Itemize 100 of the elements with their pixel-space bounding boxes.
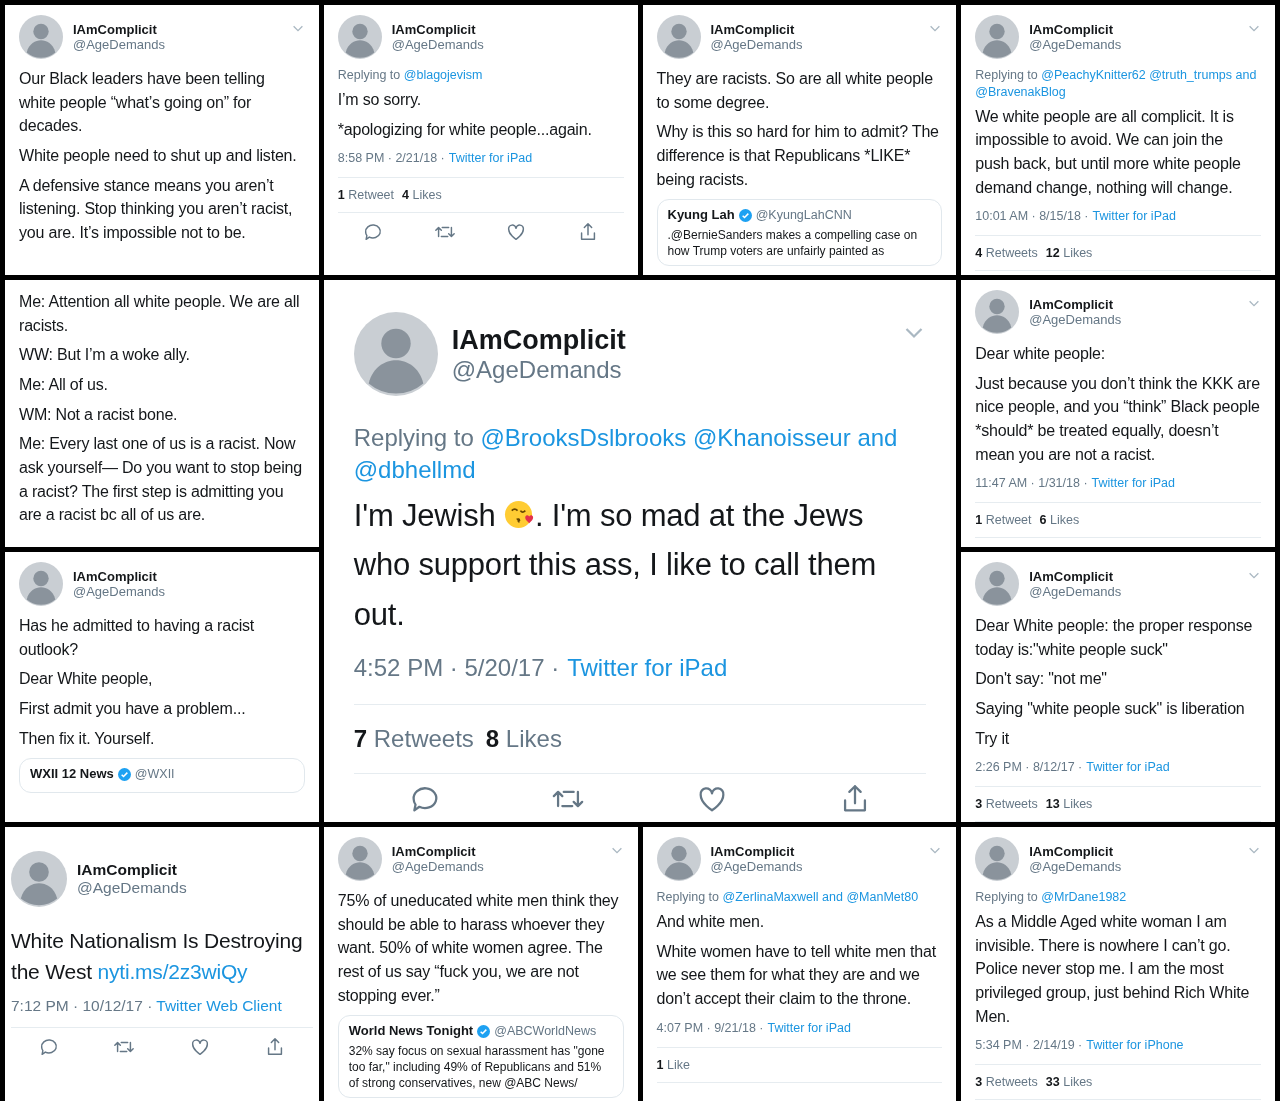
user-handle: @AgeDemands xyxy=(391,37,484,52)
tweet-text: WW: But I’m a woke ally. xyxy=(19,345,191,366)
avatar-silhouette xyxy=(975,290,1020,334)
avatar-silhouette xyxy=(975,562,1020,606)
avatar-silhouette xyxy=(19,15,63,59)
tweet-timestamp: 10:01 AM · 8/15/18 · xyxy=(975,209,1089,224)
user-handle: @AgeDemands xyxy=(1029,859,1122,874)
quoted-tweet-text: .@BernieSanders makes a compelling case on how Trump voters are unfairly painted as xyxy=(667,226,919,260)
tweet-timestamp: 8:58 PM · 2/21/18 · xyxy=(337,151,445,166)
engagement-count[interactable]: 12 Likes xyxy=(1045,246,1093,261)
reply-context: Replying to @MrDane1982 xyxy=(975,889,1128,906)
quoted-author-name: WXII 12 News xyxy=(30,765,114,783)
display-name: IAmComplicit xyxy=(710,844,796,859)
avatar-silhouette xyxy=(656,837,701,881)
tweet-text: I’m so sorry. xyxy=(337,89,423,110)
user-handle: @ABCWorldNews xyxy=(494,1022,597,1040)
engagement-count[interactable]: 6 Likes xyxy=(1039,513,1080,528)
tweet-timestamp: 4:07 PM · 9/21/18 · xyxy=(656,1020,764,1035)
user-handle: @AgeDemands xyxy=(1029,312,1122,327)
tweet-text: Dear White people: the proper response today is:"white people suck" xyxy=(975,616,1254,660)
display-name: IAmComplicit xyxy=(451,324,626,356)
display-name: IAmComplicit xyxy=(391,844,477,859)
display-name: IAmComplicit xyxy=(77,861,178,879)
user-handle: @AgeDemands xyxy=(73,584,165,599)
tweet-text: Me: All of us. xyxy=(19,375,109,395)
display-name: IAmComplicit xyxy=(1029,844,1115,859)
quoted-author-name: Kyung Lah xyxy=(667,206,735,224)
reply-context: Replying to @BrooksDslbrooks @Khanoisseur and @dbhellmd xyxy=(353,423,899,486)
tweet-text: We white people are all complicit. It is impossible to avoid. We can join the push back, but until more white people demand change, nothing will change. xyxy=(975,106,1242,198)
engagement-count[interactable]: 3 Retweets xyxy=(975,797,1038,812)
tweet-text: White women have to tell white men that we see them for what they are and we don’t accept their claim to the throne. xyxy=(656,941,937,1009)
tweet-text: *apologizing for white people...again. xyxy=(337,119,593,140)
avatar-silhouette xyxy=(337,837,382,881)
display-name: IAmComplicit xyxy=(1029,297,1115,312)
user-handle: @AgeDemands xyxy=(73,37,165,52)
tweet-text: Why is this so hard for him to admit? The difference is that Republicans *LIKE* being racists. xyxy=(656,122,940,190)
user-handle: @AgeDemands xyxy=(710,859,803,874)
kissing-face-icon xyxy=(503,498,535,530)
avatar-silhouette xyxy=(337,15,382,59)
display-name: IAmComplicit xyxy=(1029,22,1115,37)
engagement-count[interactable]: 8 Likes xyxy=(485,724,562,753)
tweet-text: Has he admitted to having a racist outlook? xyxy=(19,616,256,660)
tweet-timestamp: 5:34 PM · 2/14/19 · xyxy=(975,1038,1083,1053)
engagement-count[interactable]: 1 Like xyxy=(656,1057,690,1072)
tweet-timestamp: 4:52 PM · 5/20/17 · xyxy=(353,653,560,682)
tweet-text: Our Black leaders have been telling white people “what’s going on” for decades. xyxy=(19,69,266,137)
reply-context: Replying to @blagojevism xyxy=(337,67,484,84)
user-handle: @AgeDemands xyxy=(77,879,187,897)
tweet-text: Don't say: "not me" xyxy=(975,669,1108,690)
quoted-tweet[interactable]: WXII 12 News @WXII xyxy=(19,758,305,793)
tweet-text: And white men. xyxy=(656,911,765,932)
tweet-text: 75% of uneducated white men think they should be able to harass whoever they want. 50% of white women agree. The rest of us say “fuck you, we are not stopping ever.” xyxy=(337,891,620,1006)
engagement-count[interactable]: 4 Likes xyxy=(402,188,442,203)
engagement-count[interactable]: 7 Retweets xyxy=(353,724,474,753)
display-name: IAmComplicit xyxy=(1029,569,1115,584)
user-handle: @AgeDemands xyxy=(391,859,484,874)
engagement-count[interactable]: 4 Retweets xyxy=(975,246,1038,261)
tweet-text: Just because you don’t think the KKK are nice people, and you “think” Black people *should* be treated equally, doesn’t mean you are not a racist. xyxy=(975,373,1261,465)
tweet-text: Saying "white people suck" is liberation xyxy=(975,699,1246,719)
user-handle: @AgeDemands xyxy=(451,355,623,384)
tweet-timestamp: 11:47 AM · 1/31/18 · xyxy=(975,476,1088,491)
engagement-count[interactable]: 3 Retweets xyxy=(975,1075,1038,1090)
tweet-text: White people need to shut up and listen. xyxy=(19,146,298,166)
avatar-silhouette xyxy=(19,562,63,606)
avatar-silhouette xyxy=(11,851,67,907)
user-handle: @AgeDemands xyxy=(710,37,803,52)
tweet-text: White Nationalism Is Destroying the West nyti.ms/2z3wiQy xyxy=(11,928,304,986)
reply-context: Replying to @PeachyKnitter62 @truth_trumps and @BravenakBlog xyxy=(975,67,1258,101)
tweet-text: Try it xyxy=(975,728,1010,749)
tweet-text: Dear White people, xyxy=(19,669,154,690)
user-handle: @AgeDemands xyxy=(1029,584,1122,599)
reply-context: Replying to @ZerlinaMaxwell and @ManMet80 xyxy=(656,889,920,906)
avatar-silhouette xyxy=(975,837,1020,881)
quoted-tweet[interactable]: Kyung Lah @KyungLahCNN .@BernieSanders makes a compelling case on how Trump voters are unfairly painted as xyxy=(656,199,943,267)
avatar-silhouette xyxy=(975,15,1020,59)
engagement-count[interactable]: 13 Likes xyxy=(1045,797,1093,812)
display-name: IAmComplicit xyxy=(73,22,158,37)
tweet-text: They are racists. So are all white people to some degree. xyxy=(656,69,934,113)
tweet-text: Then fix it. Yourself. xyxy=(19,728,156,749)
quoted-author-name: World News Tonight xyxy=(348,1022,474,1040)
tweet-text: As a Middle Aged white woman I am invisible. There is nowhere I can’t go. Police never stop me. I am the most privileged group, just behind Rich White Men. xyxy=(975,911,1251,1027)
engagement-count[interactable]: 33 Likes xyxy=(1045,1075,1093,1090)
avatar-silhouette xyxy=(656,15,701,59)
user-handle: @WXII xyxy=(134,765,175,783)
quoted-tweet[interactable]: World News Tonight @ABCWorldNews 32% say focus on sexual harassment has "gone too far," including 49% of Republicans and 51% of strong conservatives, new @ABC News/ xyxy=(337,1015,624,1099)
user-handle: @AgeDemands xyxy=(1029,37,1122,52)
tweet-text: Dear white people: xyxy=(975,344,1107,364)
engagement-count[interactable]: 1 Retweet xyxy=(975,513,1032,528)
tweet-text: A defensive stance means you aren’t listening. Stop thinking you aren’t racist, you are. It’s impossible not to be. xyxy=(19,175,294,244)
tweet-timestamp: 2:26 PM · 8/12/17 · xyxy=(975,760,1083,775)
display-name: IAmComplicit xyxy=(73,569,158,584)
display-name: IAmComplicit xyxy=(391,22,477,37)
tweet-timestamp: 7:12 PM · 10/12/17 · xyxy=(11,997,153,1016)
tweet-text: Me: Attention all white people. We are all racists. xyxy=(19,292,301,336)
tweet-text: I'm Jewish . I'm so mad at the Jews who support this ass, I like to call them out. xyxy=(353,496,878,634)
quoted-tweet-text: 32% say focus on sexual harassment has "gone too far," including 49% of Republicans and 51% of strong conservatives, new @ABC News/ xyxy=(348,1042,606,1092)
user-handle: @KyungLahCNN xyxy=(755,206,852,224)
tweet-text: WM: Not a racist bone. xyxy=(19,404,179,425)
engagement-count[interactable]: 1 Retweet xyxy=(337,188,395,203)
tweet-text: First admit you have a problem... xyxy=(19,699,247,719)
